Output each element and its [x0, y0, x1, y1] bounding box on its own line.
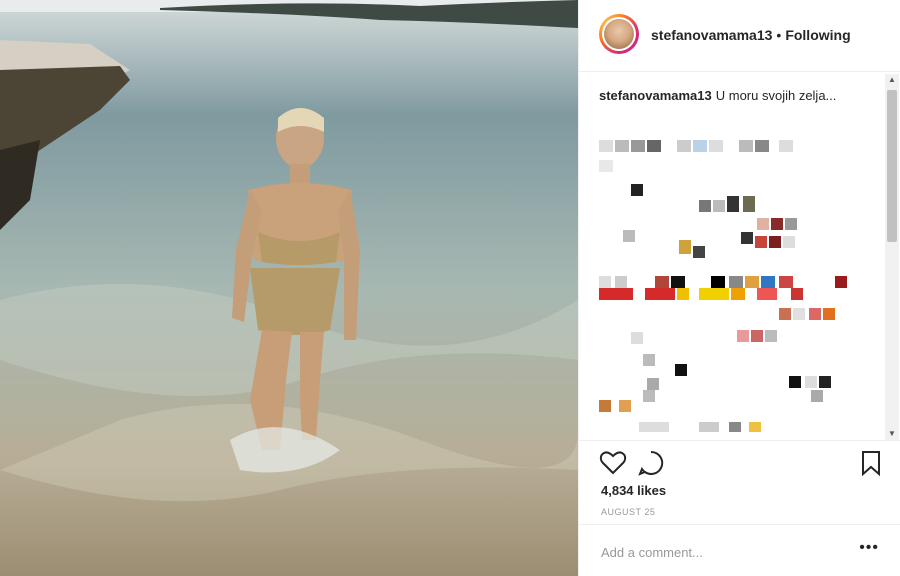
caption-text: U moru svojih zelja...: [715, 88, 837, 103]
header-username[interactable]: stefanovamama13: [651, 27, 772, 43]
post-date: AUGUST 25: [601, 507, 656, 517]
comment-icon[interactable]: [637, 449, 665, 477]
follow-status[interactable]: Following: [785, 27, 850, 43]
post-actions: [579, 440, 900, 480]
header-text: stefanovamama13 • Following: [651, 27, 851, 43]
likes-count[interactable]: 4,834 likes: [601, 483, 666, 498]
scrollbar-thumb[interactable]: [887, 90, 897, 242]
beach-photo-illustration: [0, 0, 578, 576]
comment-input[interactable]: Add a comment...: [601, 545, 703, 560]
header-separator: •: [776, 27, 782, 43]
post-header: stefanovamama13 • Following: [579, 0, 900, 72]
scroll-up-icon[interactable]: ▲: [885, 74, 899, 86]
avatar-image: [604, 19, 634, 49]
bookmark-icon[interactable]: [857, 449, 885, 477]
heart-icon[interactable]: [599, 449, 627, 477]
comment-bar: Add a comment... •••: [579, 524, 900, 576]
post-caption: stefanovamama13 U moru svojih zelja...: [599, 88, 836, 103]
profile-avatar[interactable]: [599, 14, 639, 54]
post-side-panel: stefanovamama13 • Following stefanovamama1…: [578, 0, 900, 576]
caption-username[interactable]: stefanovamama13: [599, 88, 712, 103]
scroll-down-icon[interactable]: ▼: [885, 428, 899, 440]
comments-scrollbar[interactable]: ▲ ▼: [885, 74, 899, 440]
post-photo[interactable]: [0, 0, 578, 576]
more-options-button[interactable]: •••: [859, 539, 879, 557]
